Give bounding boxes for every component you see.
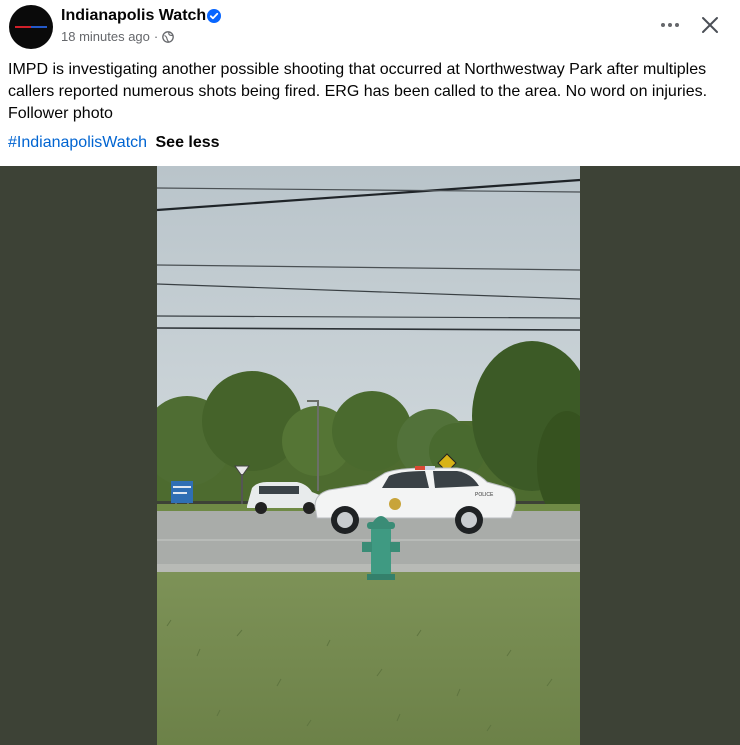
more-options-icon (661, 23, 679, 27)
see-less-button[interactable]: See less (156, 134, 220, 151)
post-photo[interactable]: POLICE (157, 166, 580, 745)
page-avatar[interactable] (9, 5, 53, 49)
post-timestamp[interactable]: 18 minutes ago (61, 29, 150, 45)
verified-badge-icon (207, 9, 221, 23)
post-body: IMPD is investigating another possible s… (8, 61, 708, 122)
lawn (157, 572, 580, 745)
road (157, 511, 580, 566)
photo-scene: POLICE (157, 166, 580, 745)
avatar-red-stripe (15, 26, 31, 28)
post-media[interactable]: POLICE (0, 166, 740, 745)
globe-icon[interactable] (162, 31, 175, 43)
more-options-button[interactable] (654, 9, 686, 41)
close-icon (702, 17, 718, 33)
meta-separator: · (153, 29, 159, 44)
avatar-blue-stripe (31, 26, 47, 28)
page-name[interactable]: Indianapolis Watch (61, 6, 206, 26)
car-label: POLICE (475, 492, 494, 498)
post-header: Indianapolis Watch 18 minutes ago · (0, 0, 740, 56)
post-tagline: #IndianapolisWatch See less (8, 132, 220, 154)
post-meta: 18 minutes ago · (61, 29, 175, 45)
close-button[interactable] (694, 9, 726, 41)
curb (157, 564, 580, 572)
hashtag-link[interactable]: #IndianapolisWatch (8, 134, 147, 151)
